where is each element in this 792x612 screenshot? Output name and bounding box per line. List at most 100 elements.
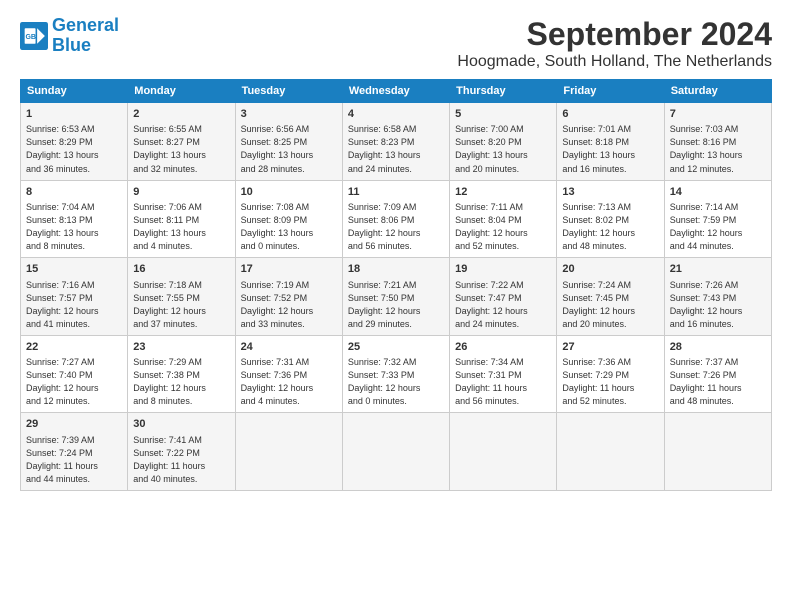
week-row-3: 15Sunrise: 7:16 AMSunset: 7:57 PMDayligh… — [21, 258, 772, 336]
title-block: September 2024 Hoogmade, South Holland, … — [457, 16, 772, 71]
day-number: 27 — [562, 340, 658, 355]
day-cell: 27Sunrise: 7:36 AMSunset: 7:29 PMDayligh… — [557, 335, 664, 413]
day-number: 14 — [670, 185, 766, 200]
week-row-4: 22Sunrise: 7:27 AMSunset: 7:40 PMDayligh… — [21, 335, 772, 413]
day-info: Sunrise: 7:13 AMSunset: 8:02 PMDaylight:… — [562, 201, 658, 253]
header-sunday: Sunday — [21, 80, 128, 103]
day-cell: 12Sunrise: 7:11 AMSunset: 8:04 PMDayligh… — [450, 180, 557, 258]
week-row-2: 8Sunrise: 7:04 AMSunset: 8:13 PMDaylight… — [21, 180, 772, 258]
day-cell: 2Sunrise: 6:55 AMSunset: 8:27 PMDaylight… — [128, 103, 235, 181]
header-thursday: Thursday — [450, 80, 557, 103]
day-cell: 14Sunrise: 7:14 AMSunset: 7:59 PMDayligh… — [664, 180, 771, 258]
logo-text: General Blue — [52, 16, 119, 56]
logo-line2: Blue — [52, 35, 91, 55]
day-number: 9 — [133, 185, 229, 200]
day-info: Sunrise: 7:11 AMSunset: 8:04 PMDaylight:… — [455, 201, 551, 253]
header-monday: Monday — [128, 80, 235, 103]
day-number: 30 — [133, 417, 229, 432]
day-cell: 19Sunrise: 7:22 AMSunset: 7:47 PMDayligh… — [450, 258, 557, 336]
day-info: Sunrise: 7:03 AMSunset: 8:16 PMDaylight:… — [670, 123, 766, 175]
day-cell: 25Sunrise: 7:32 AMSunset: 7:33 PMDayligh… — [342, 335, 449, 413]
header-saturday: Saturday — [664, 80, 771, 103]
day-info: Sunrise: 7:21 AMSunset: 7:50 PMDaylight:… — [348, 279, 444, 331]
day-cell: 13Sunrise: 7:13 AMSunset: 8:02 PMDayligh… — [557, 180, 664, 258]
day-cell: 26Sunrise: 7:34 AMSunset: 7:31 PMDayligh… — [450, 335, 557, 413]
day-cell: 16 Sunrise: 7:18 AMSunset: 7:55 PMDayligh… — [128, 258, 235, 336]
day-cell: 15Sunrise: 7:16 AMSunset: 7:57 PMDayligh… — [21, 258, 128, 336]
day-info: Sunrise: 7:01 AMSunset: 8:18 PMDaylight:… — [562, 123, 658, 175]
day-info: Sunrise: 7:32 AMSunset: 7:33 PMDaylight:… — [348, 356, 444, 408]
day-info: Sunrise: 7:18 AMSunset: 7:55 PMDaylight:… — [133, 279, 229, 331]
day-number: 4 — [348, 107, 444, 122]
week-row-5: 29 Sunrise: 7:39 AMSunset: 7:24 PMDayligh… — [21, 413, 772, 491]
day-info: Sunrise: 6:58 AMSunset: 8:23 PMDaylight:… — [348, 123, 444, 175]
header: GB General Blue September 2024 Hoogmade,… — [20, 16, 772, 71]
day-info: Sunrise: 7:08 AMSunset: 8:09 PMDaylight:… — [241, 201, 337, 253]
day-number: 20 — [562, 262, 658, 277]
day-info: Sunrise: 7:27 AMSunset: 7:40 PMDaylight:… — [26, 356, 122, 408]
day-info: Sunrise: 7:26 AMSunset: 7:43 PMDaylight:… — [670, 279, 766, 331]
calendar-header-row: Sunday Monday Tuesday Wednesday Thursday… — [21, 80, 772, 103]
day-cell: 7Sunrise: 7:03 AMSunset: 8:16 PMDaylight… — [664, 103, 771, 181]
day-number: 1 — [26, 107, 122, 122]
header-friday: Friday — [557, 80, 664, 103]
day-number: 13 — [562, 185, 658, 200]
day-cell — [664, 413, 771, 491]
day-number: 22 — [26, 340, 122, 355]
day-cell: 10Sunrise: 7:08 AMSunset: 8:09 PMDayligh… — [235, 180, 342, 258]
day-cell: 6Sunrise: 7:01 AMSunset: 8:18 PMDaylight… — [557, 103, 664, 181]
day-info: Sunrise: 7:00 AMSunset: 8:20 PMDaylight:… — [455, 123, 551, 175]
day-cell: 11Sunrise: 7:09 AMSunset: 8:06 PMDayligh… — [342, 180, 449, 258]
day-cell: 21 Sunrise: 7:26 AMSunset: 7:43 PMDayligh… — [664, 258, 771, 336]
day-number: 24 — [241, 340, 337, 355]
day-cell — [235, 413, 342, 491]
day-number: 8 — [26, 185, 122, 200]
week-row-1: 1Sunrise: 6:53 AMSunset: 8:29 PMDaylight… — [21, 103, 772, 181]
day-number: 2 — [133, 107, 229, 122]
day-cell: 20 Sunrise: 7:24 AMSunset: 7:45 PMDayligh… — [557, 258, 664, 336]
day-number: 23 — [133, 340, 229, 355]
day-info: Sunrise: 7:06 AMSunset: 8:11 PMDaylight:… — [133, 201, 229, 253]
logo-icon: GB — [20, 22, 48, 50]
day-info: Sunrise: 7:34 AMSunset: 7:31 PMDaylight:… — [455, 356, 551, 408]
day-info: Sunrise: 7:41 AMSunset: 7:22 PMDaylight:… — [133, 434, 229, 486]
day-cell: 29 Sunrise: 7:39 AMSunset: 7:24 PMDayligh… — [21, 413, 128, 491]
day-number: 7 — [670, 107, 766, 122]
day-cell: 3Sunrise: 6:56 AMSunset: 8:25 PMDaylight… — [235, 103, 342, 181]
day-cell: 9Sunrise: 7:06 AMSunset: 8:11 PMDaylight… — [128, 180, 235, 258]
day-number: 21 — [670, 262, 766, 277]
calendar-title: September 2024 — [457, 16, 772, 53]
day-info: Sunrise: 7:36 AMSunset: 7:29 PMDaylight:… — [562, 356, 658, 408]
day-number: 25 — [348, 340, 444, 355]
day-cell — [450, 413, 557, 491]
day-cell: 24Sunrise: 7:31 AMSunset: 7:36 PMDayligh… — [235, 335, 342, 413]
day-cell: 30 Sunrise: 7:41 AMSunset: 7:22 PMDayligh… — [128, 413, 235, 491]
day-number: 5 — [455, 107, 551, 122]
day-info: Sunrise: 7:09 AMSunset: 8:06 PMDaylight:… — [348, 201, 444, 253]
calendar-subtitle: Hoogmade, South Holland, The Netherlands — [457, 53, 772, 71]
day-number: 18 — [348, 262, 444, 277]
day-number: 29 — [26, 417, 122, 432]
day-number: 6 — [562, 107, 658, 122]
svg-text:GB: GB — [25, 34, 35, 41]
day-number: 12 — [455, 185, 551, 200]
day-number: 17 — [241, 262, 337, 277]
day-info: Sunrise: 7:16 AMSunset: 7:57 PMDaylight:… — [26, 279, 122, 331]
day-cell: 17Sunrise: 7:19 AMSunset: 7:52 PMDayligh… — [235, 258, 342, 336]
day-cell: 4Sunrise: 6:58 AMSunset: 8:23 PMDaylight… — [342, 103, 449, 181]
page: GB General Blue September 2024 Hoogmade,… — [0, 0, 792, 612]
day-number: 28 — [670, 340, 766, 355]
day-info: Sunrise: 7:14 AMSunset: 7:59 PMDaylight:… — [670, 201, 766, 253]
day-number: 16 — [133, 262, 229, 277]
day-number: 3 — [241, 107, 337, 122]
day-info: Sunrise: 7:37 AMSunset: 7:26 PMDaylight:… — [670, 356, 766, 408]
day-info: Sunrise: 6:56 AMSunset: 8:25 PMDaylight:… — [241, 123, 337, 175]
day-info: Sunrise: 7:24 AMSunset: 7:45 PMDaylight:… — [562, 279, 658, 331]
day-info: Sunrise: 6:53 AMSunset: 8:29 PMDaylight:… — [26, 123, 122, 175]
logo-line1: General — [52, 15, 119, 35]
day-cell: 5Sunrise: 7:00 AMSunset: 8:20 PMDaylight… — [450, 103, 557, 181]
calendar-table: Sunday Monday Tuesday Wednesday Thursday… — [20, 79, 772, 491]
day-cell: 23Sunrise: 7:29 AMSunset: 7:38 PMDayligh… — [128, 335, 235, 413]
day-info: Sunrise: 7:39 AMSunset: 7:24 PMDaylight:… — [26, 434, 122, 486]
day-cell: 1Sunrise: 6:53 AMSunset: 8:29 PMDaylight… — [21, 103, 128, 181]
